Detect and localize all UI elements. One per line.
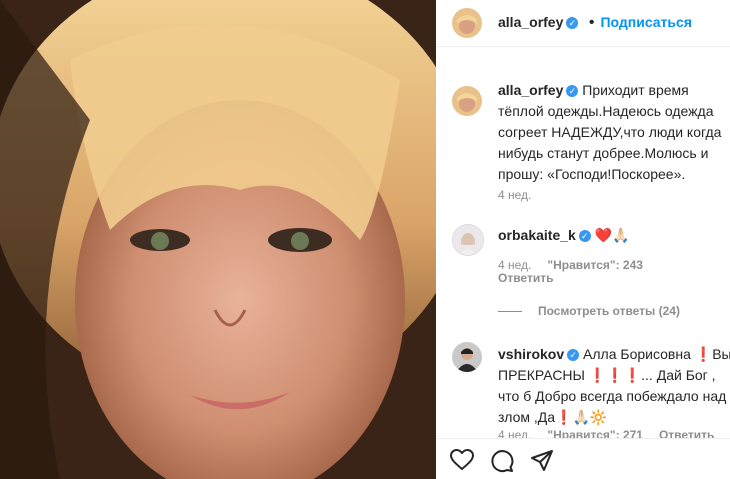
verified-badge-icon: ✓ xyxy=(566,85,579,98)
caption-username[interactable]: alla_orfey xyxy=(498,82,563,98)
comment-text-part1: Алла Борисовна xyxy=(583,346,691,362)
comment-text-block: vshirokov ✓ Алла Борисовна ❗Вы ПРЕКРАСНЫ … xyxy=(498,344,730,428)
action-bar xyxy=(436,438,730,479)
caption-avatar[interactable] xyxy=(452,86,482,116)
comment-avatar[interactable] xyxy=(452,224,484,256)
verified-badge-icon: ✓ xyxy=(567,349,580,362)
comment-time[interactable]: 4 нед. xyxy=(498,258,531,272)
view-replies-button[interactable]: Посмотреть ответы (24) xyxy=(498,304,680,318)
comment-text: ❤️🙏🏻 xyxy=(594,227,630,243)
view-replies-label: Посмотреть ответы (24) xyxy=(538,304,680,318)
caption-text-block: alla_orfey ✓ Приходит время тёплой одежды… xyxy=(498,80,730,185)
comment-username[interactable]: orbakaite_k xyxy=(498,227,576,243)
author-username[interactable]: alla_orfey xyxy=(498,14,563,30)
follow-button[interactable]: Подписаться xyxy=(600,14,692,30)
caption-meta: 4 нед. xyxy=(498,188,547,202)
comment-meta: 4 нед. "Нравится": 243 xyxy=(498,258,659,272)
photo-illustration xyxy=(0,0,436,479)
caption-time[interactable]: 4 нед. xyxy=(498,188,531,202)
heart-icon[interactable] xyxy=(450,449,474,476)
comment-username[interactable]: vshirokov xyxy=(498,346,564,362)
post-header: alla_orfey ✓ • Подписаться xyxy=(436,0,730,47)
separator-dot: • xyxy=(588,14,595,31)
comment-likes[interactable]: "Нравится": 243 xyxy=(547,258,643,272)
comment-text-block: orbakaite_k ✓ ❤️🙏🏻 xyxy=(498,225,730,246)
author-avatar[interactable] xyxy=(452,8,482,38)
comment-avatar[interactable] xyxy=(452,342,482,372)
comment-icon[interactable] xyxy=(490,449,514,478)
reply-button[interactable]: Ответить xyxy=(498,271,553,285)
post-photo[interactable] xyxy=(0,0,436,479)
verified-badge-icon: ✓ xyxy=(566,16,579,29)
verified-badge-icon: ✓ xyxy=(578,230,591,243)
divider-line xyxy=(498,311,522,313)
post-panel: alla_orfey ✓ • Подписаться alla_orfey ✓ При… xyxy=(436,0,730,479)
share-icon[interactable] xyxy=(530,449,554,478)
